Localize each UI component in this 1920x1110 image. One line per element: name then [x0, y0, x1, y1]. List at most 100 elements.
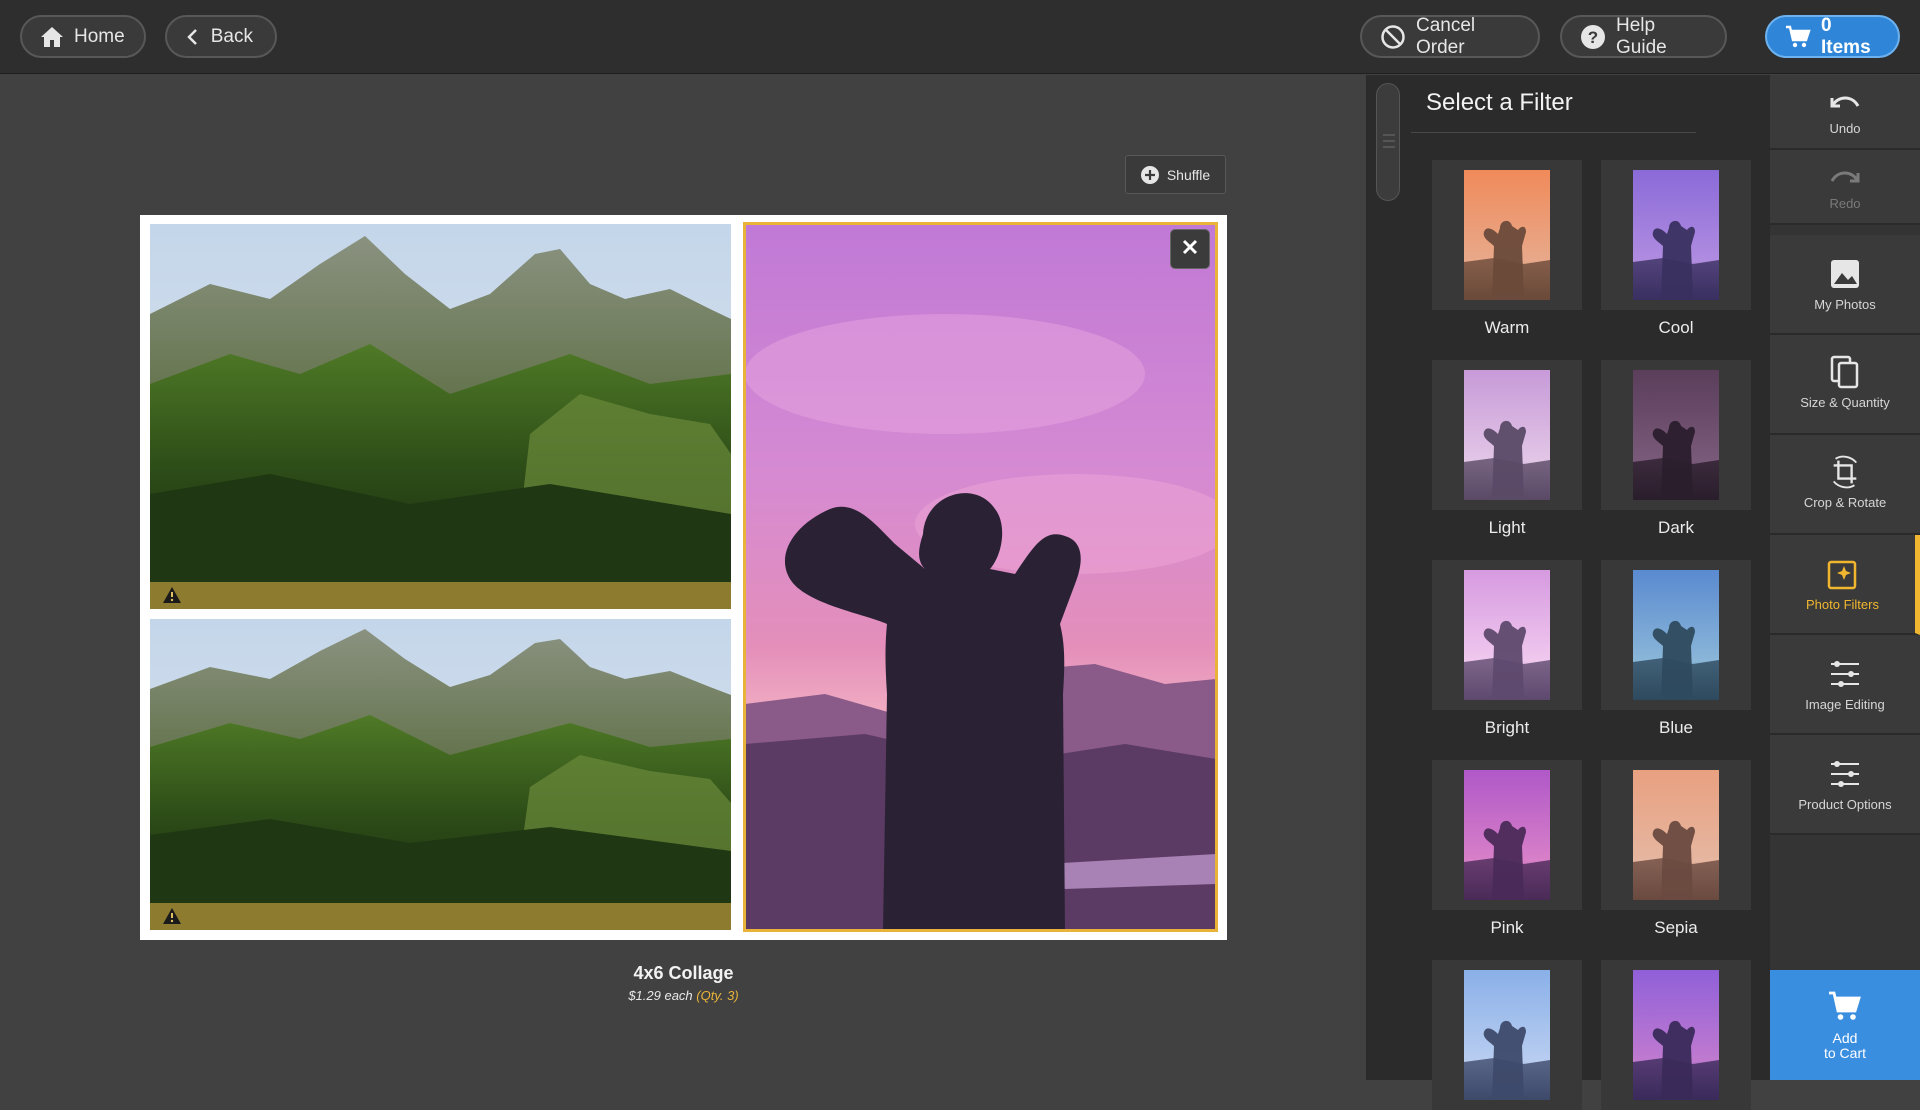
filter-preview-thumbnail	[1464, 570, 1550, 700]
product-options-label: Product Options	[1798, 797, 1892, 812]
redo-label: Redo	[1829, 196, 1861, 211]
photo-filters-label: Photo Filters	[1806, 597, 1879, 612]
scroll-grip	[1383, 140, 1395, 142]
filter-option-label: Warm	[1484, 318, 1530, 337]
photo-filters-icon	[1826, 557, 1860, 591]
sliders-icon	[1828, 657, 1862, 691]
filter-option-label: Pink	[1490, 918, 1524, 937]
scroll-grip	[1383, 146, 1395, 148]
crop-rotate-tool[interactable]: Crop & Rotate	[1770, 435, 1920, 535]
tool-rail: Undo Redo My Photos Size & Quantity Crop…	[1770, 75, 1920, 1080]
redo-icon	[1828, 162, 1862, 196]
filter-option[interactable]	[1432, 760, 1582, 910]
warning-icon[interactable]	[162, 907, 182, 925]
svg-text:?: ?	[1588, 28, 1598, 47]
remove-photo-button[interactable]	[1170, 229, 1210, 269]
filter-option[interactable]	[1601, 360, 1751, 510]
image-editing-tool[interactable]: Image Editing	[1770, 635, 1920, 735]
mountain-photo	[150, 224, 731, 609]
filter-option[interactable]	[1601, 960, 1751, 1110]
filter-option[interactable]	[1601, 160, 1751, 310]
my-photos-tool[interactable]: My Photos	[1770, 235, 1920, 335]
cart-icon	[1828, 990, 1862, 1027]
cancel-order-label: Cancel Order	[1416, 14, 1476, 58]
top-bar: Home Back Cancel Order ? Help Guide 0 It…	[0, 0, 1920, 74]
filter-option[interactable]	[1432, 360, 1582, 510]
add-to-cart-line-2: to Cart	[1823, 1044, 1866, 1061]
cancel-order-button[interactable]: Cancel Order	[1360, 15, 1540, 58]
filter-preview-thumbnail	[1633, 370, 1719, 500]
size-quantity-label: Size & Quantity	[1800, 395, 1890, 410]
help-icon: ?	[1580, 24, 1606, 50]
home-icon	[40, 24, 64, 50]
filter-preview-thumbnail	[1464, 170, 1550, 300]
home-label: Home	[74, 25, 125, 47]
cart-button[interactable]: 0 Items	[1765, 15, 1900, 58]
filter-option[interactable]	[1432, 960, 1582, 1110]
filter-option[interactable]	[1432, 560, 1582, 710]
undo-icon	[1828, 87, 1862, 121]
chevron-left-icon	[185, 24, 201, 50]
low-resolution-warning-bar	[150, 582, 731, 609]
shuffle-label: Shuffle	[1166, 166, 1211, 183]
warning-icon[interactable]	[162, 586, 182, 604]
cancel-icon	[1380, 24, 1406, 50]
filter-preview-thumbnail	[1633, 170, 1719, 300]
product-price-line: $1.29 each (Qty. 3)	[140, 988, 1227, 1003]
image-editing-label: Image Editing	[1805, 697, 1885, 712]
photo-slot-top-left[interactable]	[150, 224, 731, 609]
cart-icon	[1785, 24, 1811, 50]
filter-preview-thumbnail	[1464, 770, 1550, 900]
add-to-cart-line-1: Add	[1832, 1029, 1858, 1046]
undo-label: Undo	[1829, 121, 1861, 136]
filter-preview-thumbnail	[1633, 970, 1719, 1100]
cart-count-label: 0 Items	[1821, 14, 1871, 58]
filter-preview-thumbnail	[1464, 970, 1550, 1100]
close-icon	[1181, 238, 1199, 261]
copy-icon	[1828, 355, 1862, 389]
divider	[1411, 132, 1696, 133]
plus-circle-icon	[1140, 165, 1159, 184]
product-quantity: (Qty. 3)	[696, 988, 739, 1003]
low-resolution-warning-bar	[150, 903, 731, 930]
photo-slot-bottom-left[interactable]	[150, 619, 731, 930]
filter-preview-thumbnail	[1633, 770, 1719, 900]
product-price: $1.29 each	[628, 988, 693, 1003]
filter-option[interactable]	[1601, 760, 1751, 910]
add-to-cart-label: Add to Cart	[1823, 1029, 1866, 1061]
help-guide-button[interactable]: ? Help Guide	[1560, 15, 1727, 58]
scroll-grip	[1383, 134, 1395, 136]
filter-option-label: Bright	[1484, 718, 1530, 737]
filter-preview-thumbnail	[1464, 370, 1550, 500]
filter-panel: Select a Filter Warm Cool Light Dark Bright B…	[1366, 75, 1770, 1110]
photo-slot-right-selected[interactable]	[743, 222, 1218, 932]
product-title: 4x6 Collage	[633, 963, 734, 983]
filter-option-label: Light	[1488, 518, 1526, 537]
filter-option[interactable]	[1432, 160, 1582, 310]
filter-option-label: Sepia	[1654, 918, 1698, 937]
panel-scrollbar[interactable]	[1376, 83, 1400, 201]
crop-rotate-label: Crop & Rotate	[1803, 495, 1887, 510]
back-label: Back	[210, 25, 253, 47]
help-guide-label: Help Guide	[1616, 14, 1667, 58]
home-button[interactable]: Home	[20, 15, 146, 58]
crop-rotate-icon	[1828, 455, 1862, 489]
filter-panel-title: Select a Filter	[1426, 89, 1573, 116]
product-caption: 4x6 Collage $1.29 each (Qty. 3)	[140, 963, 1227, 1003]
photo-filters-tool[interactable]: Photo Filters	[1770, 535, 1920, 635]
product-options-tool[interactable]: Product Options	[1770, 735, 1920, 835]
filter-option-label: Dark	[1658, 518, 1694, 537]
size-quantity-tool[interactable]: Size & Quantity	[1770, 335, 1920, 435]
collage-canvas	[140, 215, 1227, 940]
filter-option-label: Blue	[1658, 718, 1694, 737]
back-button[interactable]: Back	[165, 15, 277, 58]
filter-preview-thumbnail	[1633, 570, 1719, 700]
undo-button[interactable]: Undo	[1770, 75, 1920, 150]
filter-option[interactable]	[1601, 560, 1751, 710]
sunset-portrait-photo	[745, 224, 1216, 930]
add-to-cart-button[interactable]: Add to Cart	[1770, 970, 1920, 1080]
filter-option-label: Cool	[1658, 318, 1694, 337]
shuffle-button[interactable]: Shuffle	[1125, 155, 1226, 194]
mountain-photo	[150, 619, 731, 930]
redo-button[interactable]: Redo	[1770, 150, 1920, 225]
